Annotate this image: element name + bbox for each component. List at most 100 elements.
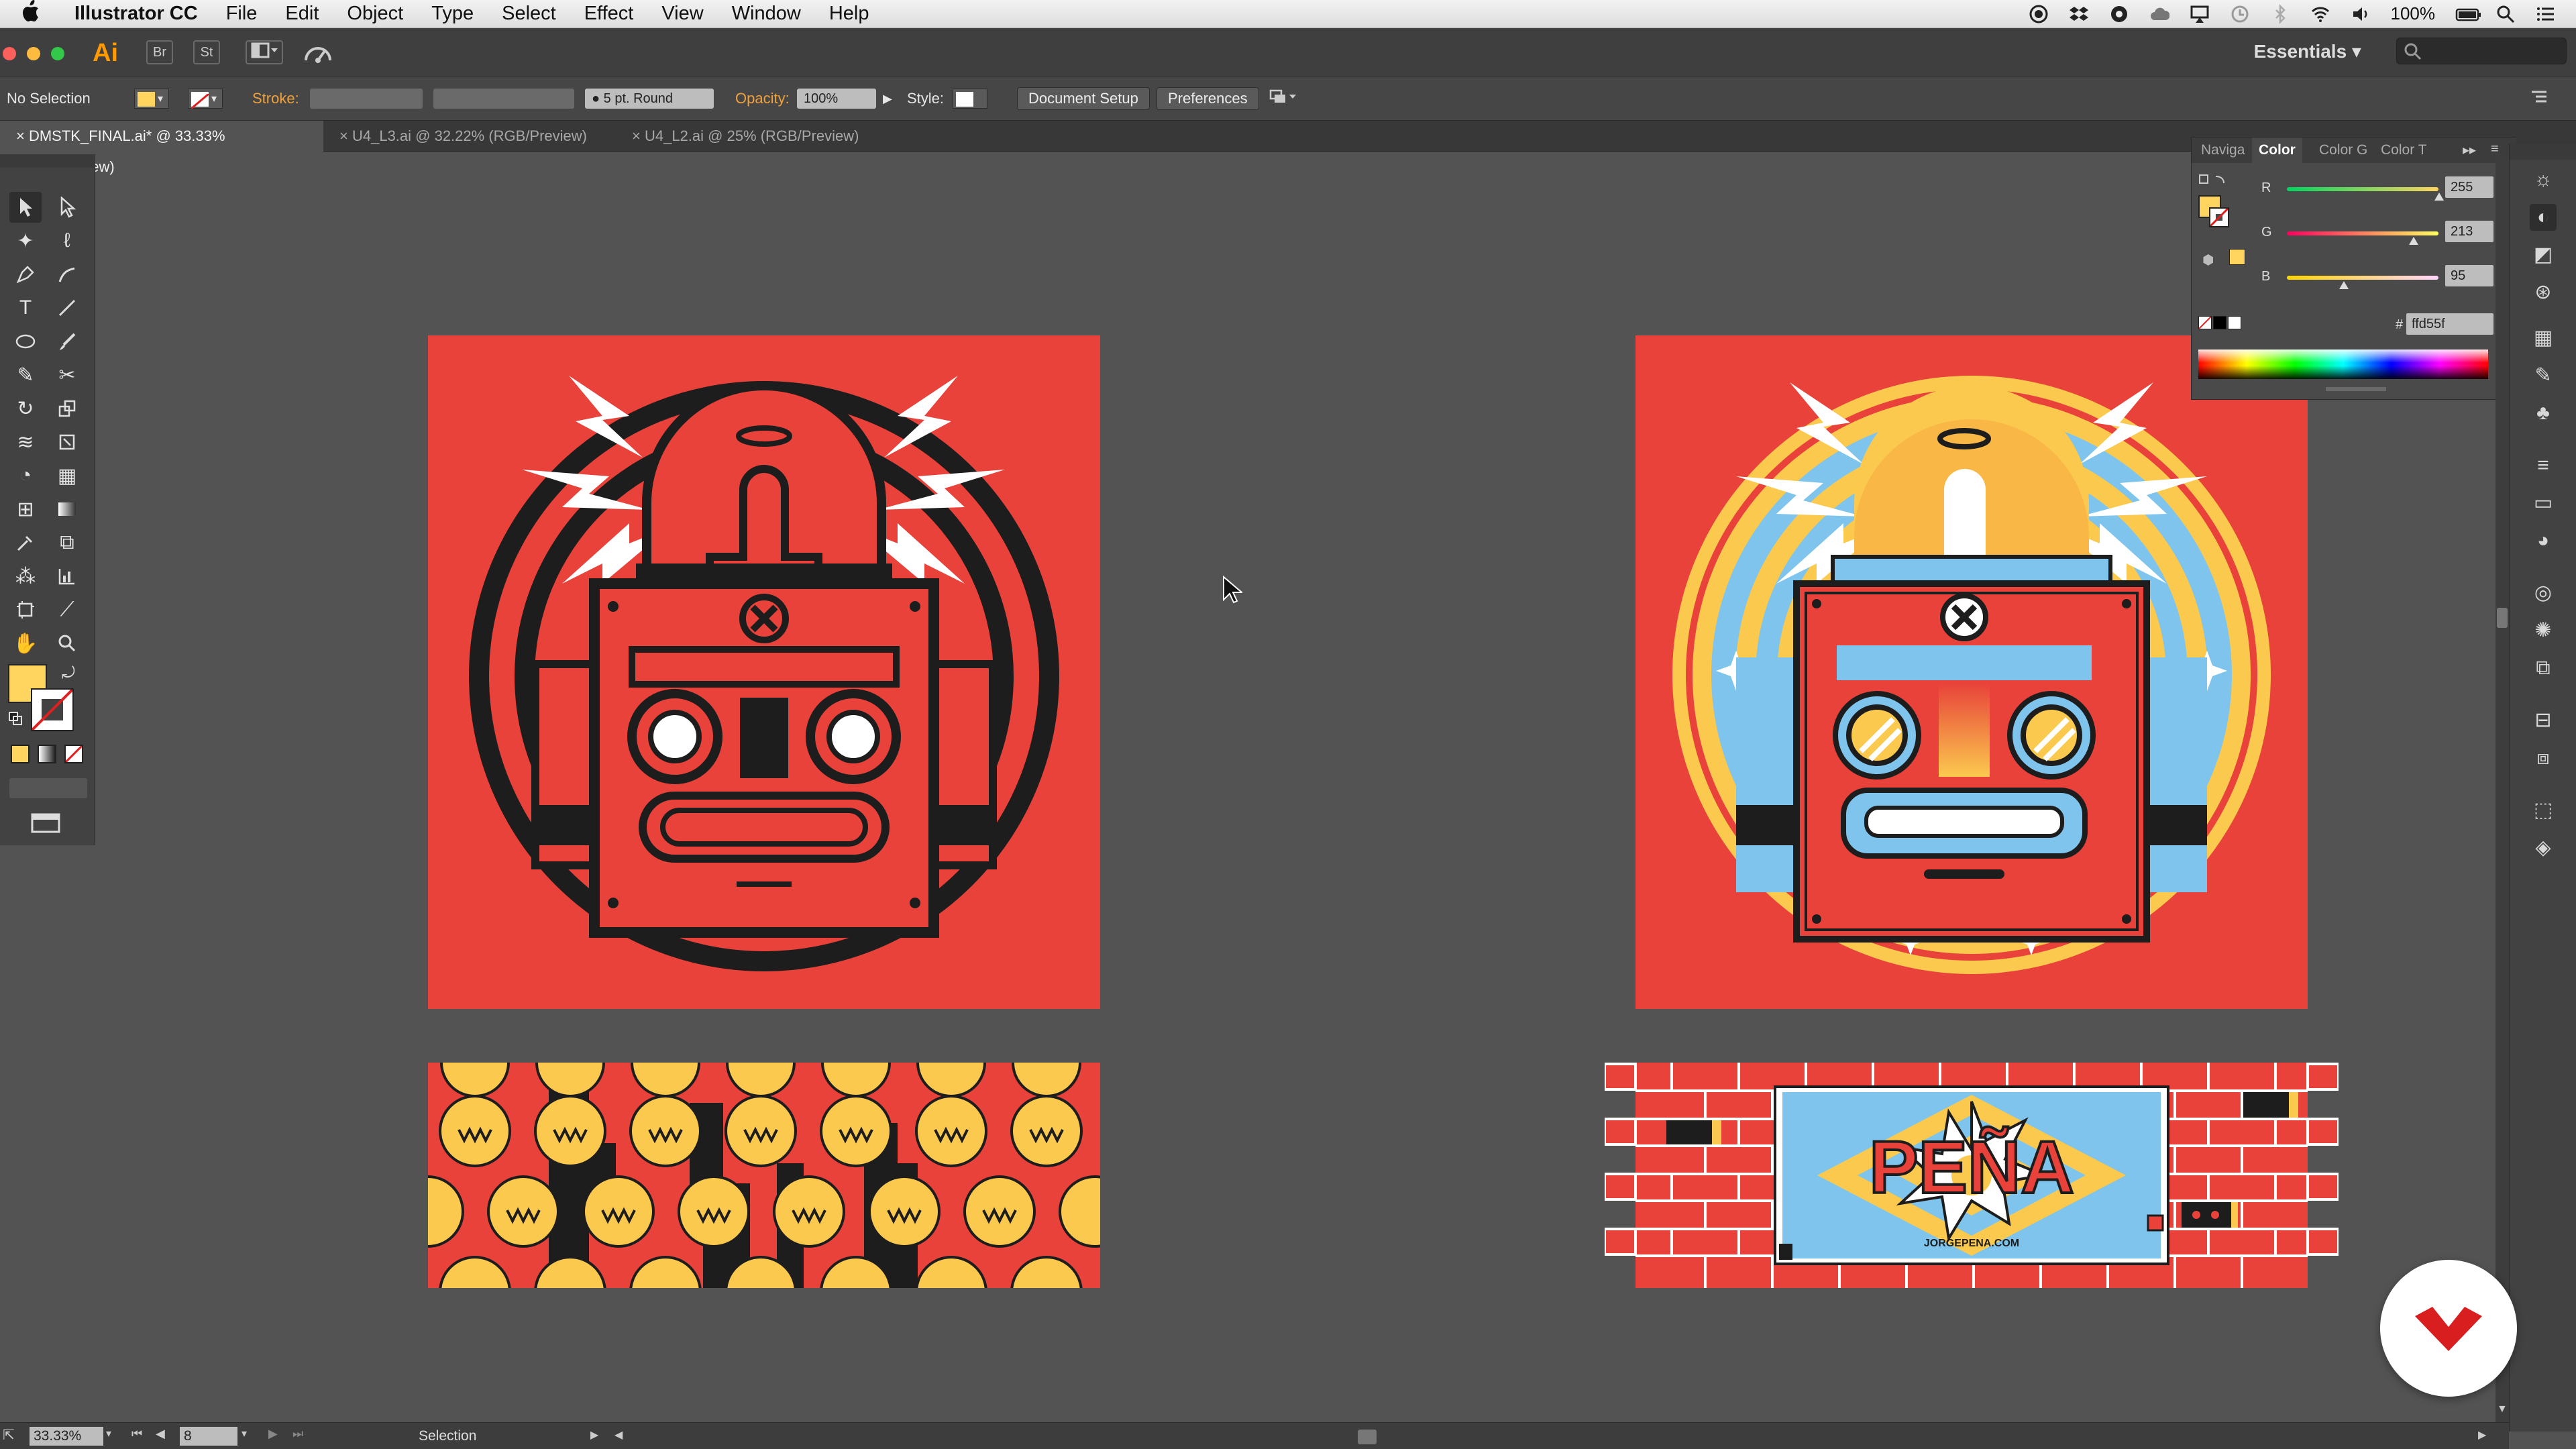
curvature-icon[interactable] xyxy=(51,259,83,290)
scroll-left-arrow-icon[interactable]: ◀ xyxy=(614,1428,623,1442)
panel-resize-handle[interactable] xyxy=(2326,387,2386,391)
tab-dmstk-final[interactable]: × DMSTK_FINAL.ai* @ 33.33% (RGB/Preview) xyxy=(0,121,323,175)
opacity-label[interactable]: Opacity: xyxy=(735,87,790,111)
menu-select[interactable]: Select xyxy=(488,3,570,25)
selection-arrow-icon[interactable] xyxy=(9,192,42,223)
apple-icon[interactable] xyxy=(0,0,60,28)
free-transform-icon[interactable] xyxy=(51,427,83,458)
default-colors-icon[interactable] xyxy=(8,711,23,729)
gradient-tool-icon[interactable] xyxy=(51,494,83,525)
menu-effect[interactable]: Effect xyxy=(570,3,648,25)
tab-navigator[interactable]: Naviga xyxy=(2194,138,2251,163)
close-tab-icon[interactable]: × xyxy=(632,127,645,144)
g-slider-thumb[interactable] xyxy=(2409,237,2418,245)
spotlight-icon[interactable] xyxy=(2496,4,2516,24)
none-mode-button[interactable] xyxy=(64,745,83,763)
scroll-down-arrow-icon[interactable]: ▼ xyxy=(2497,1403,2508,1415)
battery-icon[interactable] xyxy=(2455,4,2481,24)
bridge-button[interactable]: Br xyxy=(146,40,173,64)
tools-panel-header[interactable] xyxy=(0,154,95,168)
r-slider[interactable] xyxy=(2287,187,2438,191)
sun-icon[interactable]: ☼ xyxy=(2530,166,2557,193)
tool-status-label[interactable]: Selection xyxy=(419,1428,476,1444)
swatches-icon[interactable]: ▦ xyxy=(2530,325,2557,352)
bluetooth-icon[interactable] xyxy=(2270,3,2290,24)
artboard-robot-red[interactable] xyxy=(428,335,1100,1009)
menu-view[interactable]: View xyxy=(647,3,717,25)
gradient-mode-button[interactable] xyxy=(38,745,56,763)
line-tool-icon[interactable] xyxy=(51,292,83,323)
r-value-field[interactable]: 255 xyxy=(2445,176,2493,198)
transparency-icon[interactable]: ◕ xyxy=(2530,527,2557,554)
wifi-icon[interactable] xyxy=(2310,4,2330,24)
symbols-icon[interactable]: ♣ xyxy=(2530,400,2557,427)
scroll-right-arrow-icon[interactable]: ▶ xyxy=(2478,1428,2486,1442)
b-value-field[interactable]: 95 xyxy=(2445,265,2493,286)
none-swatch[interactable] xyxy=(2198,316,2212,329)
artboard-brick-logo[interactable]: PEÑA JORGEPENA.COM xyxy=(1605,1063,2339,1288)
eyedropper-icon[interactable] xyxy=(9,527,42,558)
close-tab-icon[interactable]: × xyxy=(16,127,29,144)
tab-color-themes[interactable]: Color T xyxy=(2374,138,2433,163)
color-palette-icon[interactable]: ◐ xyxy=(2530,204,2557,231)
shaper-tool-icon[interactable]: ✎ xyxy=(9,360,42,390)
pen-tool-icon[interactable] xyxy=(9,259,42,290)
screen-mode-icon[interactable] xyxy=(30,812,63,838)
hex-value-field[interactable]: ffd55f xyxy=(2406,313,2493,335)
first-artboard-icon[interactable]: ⏮ xyxy=(131,1427,142,1441)
type-tool-icon[interactable]: T xyxy=(9,292,42,323)
workspace-switcher[interactable]: Essentials ▾ xyxy=(2254,40,2361,62)
stroke-color-dropdown[interactable]: ▾ xyxy=(188,89,223,110)
draw-mode-buttons[interactable] xyxy=(9,778,87,798)
b-slider-thumb[interactable] xyxy=(2339,281,2349,289)
lasso-icon[interactable]: ℓ xyxy=(51,225,83,256)
brush-definition-dropdown[interactable]: ● 5 pt. Round xyxy=(585,89,714,109)
panel-collapse-icon[interactable]: ▸▸ xyxy=(2463,142,2476,158)
shape-builder-icon[interactable]: ◔ xyxy=(9,460,42,491)
artboard-tool-icon[interactable] xyxy=(9,594,42,625)
layers-icon[interactable]: ◈ xyxy=(2530,835,2557,861)
mesh-tool-icon[interactable]: ⊞ xyxy=(9,494,42,525)
cloud-icon[interactable] xyxy=(2149,4,2170,24)
r-slider-thumb[interactable] xyxy=(2434,193,2444,201)
dock-header[interactable] xyxy=(2510,144,2576,160)
brushes-icon[interactable]: ✎ xyxy=(2530,362,2557,389)
symbol-sprayer-icon[interactable]: ⁂ xyxy=(9,561,42,592)
artboards-icon[interactable]: ⬚ xyxy=(2530,797,2557,824)
tab-u4-l2[interactable]: × U4_L2.ai @ 25% (RGB/Preview) xyxy=(616,121,898,152)
airplay-icon[interactable] xyxy=(2190,4,2210,24)
zoom-level-field[interactable]: 33.33% xyxy=(30,1427,103,1446)
zoom-dropdown-icon[interactable]: ▾ xyxy=(106,1427,111,1440)
status-menu-arrow-icon[interactable]: ▶ xyxy=(590,1428,598,1442)
slice-tool-icon[interactable]: ⟋ xyxy=(51,594,83,625)
web-safe-swatch[interactable] xyxy=(2229,249,2245,265)
column-graph-icon[interactable] xyxy=(51,561,83,592)
blend-tool-icon[interactable]: ⧉ xyxy=(51,527,83,558)
gpu-performance-icon[interactable] xyxy=(303,40,333,70)
pathfinder-icon[interactable]: ⧈ xyxy=(2530,745,2557,771)
color-guide-icon[interactable]: ◩ xyxy=(2530,241,2557,268)
direct-selection-icon[interactable] xyxy=(51,192,83,223)
menu-object[interactable]: Object xyxy=(333,3,417,25)
menu-app-name[interactable]: Illustrator CC xyxy=(60,3,212,25)
vertical-scroll-thumb[interactable] xyxy=(2497,608,2508,628)
tab-color-guide[interactable]: Color G xyxy=(2312,138,2374,163)
help-search-input[interactable] xyxy=(2396,38,2567,64)
close-window-button[interactable] xyxy=(3,47,16,60)
graphic-style-dropdown[interactable] xyxy=(953,89,987,109)
color-mode-button[interactable] xyxy=(11,745,30,763)
stroke-color-swatch[interactable] xyxy=(31,688,74,731)
close-tab-icon[interactable]: × xyxy=(339,127,352,144)
vertical-scrollbar[interactable]: ▼ xyxy=(2496,154,2509,1422)
graphic-styles-icon[interactable]: ✺ xyxy=(2530,617,2557,644)
swap-colors-icon[interactable]: ⤾ xyxy=(62,664,75,683)
menu-help[interactable]: Help xyxy=(815,3,883,25)
gradient-icon[interactable]: ▭ xyxy=(2530,490,2557,517)
white-swatch[interactable] xyxy=(2228,316,2241,329)
arrange-icon[interactable] xyxy=(1268,87,1297,111)
menu-edit[interactable]: Edit xyxy=(271,3,333,25)
scissors-icon[interactable]: ✂ xyxy=(51,360,83,390)
document-setup-button[interactable]: Document Setup xyxy=(1017,87,1150,110)
tab-u4-l3[interactable]: × U4_L3.ai @ 32.22% (RGB/Preview) xyxy=(323,121,616,152)
variable-width-profile[interactable] xyxy=(433,89,574,109)
